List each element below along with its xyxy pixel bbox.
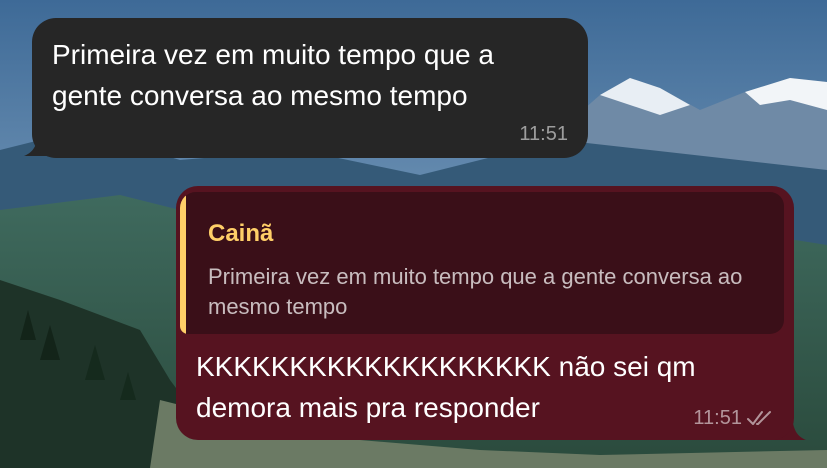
incoming-message-bubble[interactable]: Primeira vez em muito tempo que a gente …: [32, 18, 588, 158]
reply-accent-bar: [180, 192, 186, 334]
incoming-message-time: 11:51: [519, 123, 568, 145]
incoming-message-text: Primeira vez em muito tempo que a gente …: [52, 39, 494, 111]
reply-author: Cainã: [208, 220, 274, 247]
reply-quote-text: Primeira vez em muito tempo que a gente …: [208, 264, 743, 319]
outgoing-message-bubble[interactable]: Cainã Primeira vez em muito tempo que a …: [176, 186, 794, 440]
outgoing-message-time: 11:51: [693, 407, 742, 429]
reply-quote[interactable]: Cainã Primeira vez em muito tempo que a …: [180, 192, 784, 334]
double-check-icon: [747, 411, 771, 425]
